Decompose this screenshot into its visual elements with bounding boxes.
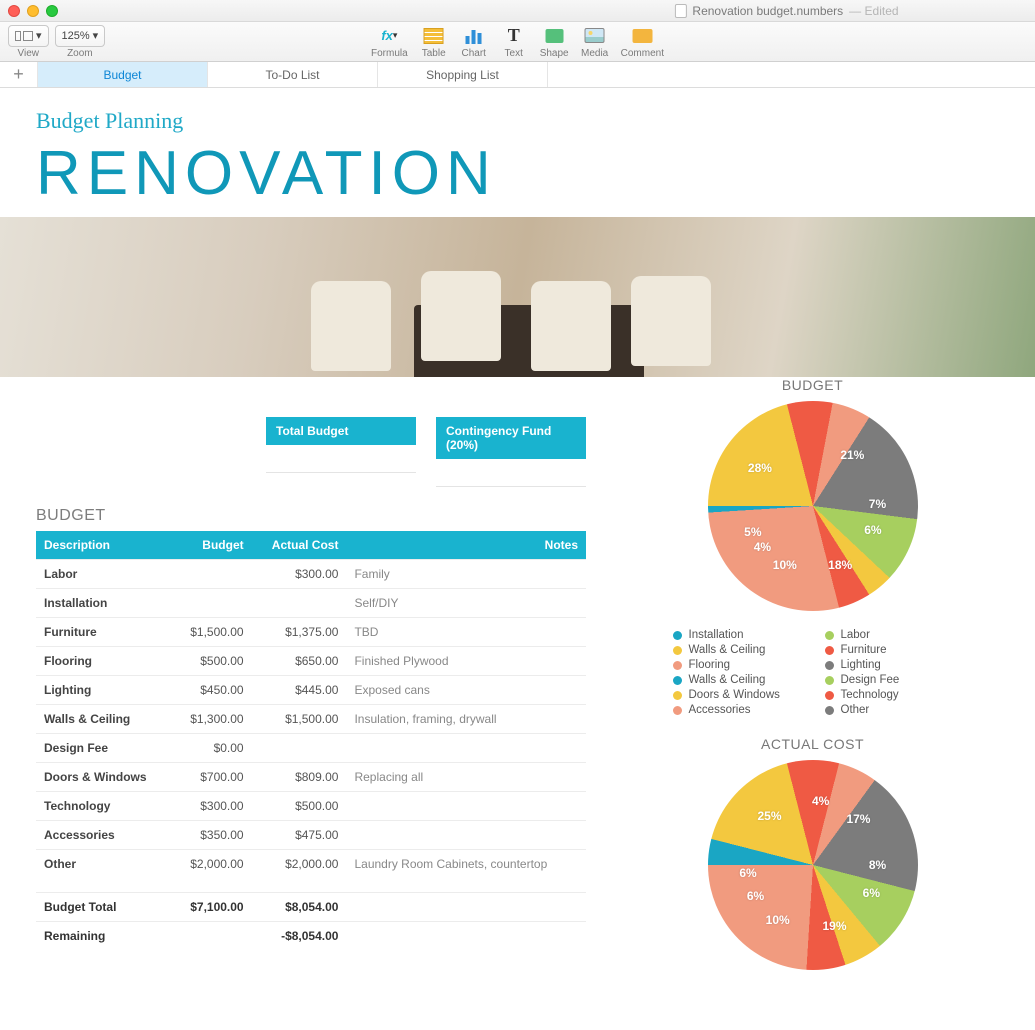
legend-item: Flooring — [673, 659, 801, 671]
pie-chart[interactable]: BUDGET 21% 7% 6% 18% 10%4%5% 28% Installation La… — [626, 377, 999, 716]
legend-item: Doors & Windows — [673, 689, 801, 701]
table-row[interactable]: Other$2,000.00$2,000.00Laundry Room Cabi… — [36, 850, 586, 879]
formula-button[interactable]: fx▾ — [375, 25, 403, 47]
table-row[interactable]: Accessories$350.00$475.00 — [36, 821, 586, 850]
pie-slice-label: 18% — [828, 558, 852, 572]
table-button[interactable] — [420, 25, 448, 47]
chart-label: Chart — [461, 48, 485, 59]
summary-cards: Total Budget Contingency Fund (20%) — [266, 417, 586, 487]
table-label: Table — [422, 48, 446, 59]
document-edited-label: — Edited — [849, 4, 898, 18]
table-row[interactable]: Walls & Ceiling$1,300.00$1,500.00Insulat… — [36, 705, 586, 734]
pie-slice-label: 21% — [840, 448, 864, 462]
legend-item: Accessories — [673, 704, 801, 716]
summary-card[interactable]: Total Budget — [266, 417, 416, 487]
card-value — [436, 459, 586, 487]
page-subtitle: Budget Planning — [36, 108, 999, 134]
pie-chart[interactable]: ACTUAL COST4%17%8%6%19%10%6%6%25% — [626, 736, 999, 970]
document-filename: Renovation budget.numbers — [692, 4, 843, 18]
sheet-canvas[interactable]: Budget Planning RENOVATION Total Budget C… — [0, 88, 1035, 1030]
table-row[interactable]: Doors & Windows$700.00$809.00Replacing a… — [36, 763, 586, 792]
tab-shopping-list[interactable]: Shopping List — [378, 62, 548, 87]
view-button[interactable]: ▾ — [8, 25, 49, 47]
pie-slice-label: 5% — [744, 525, 761, 539]
pie-slice-label: 8% — [869, 858, 886, 872]
add-sheet-button[interactable]: + — [0, 62, 38, 87]
text-button[interactable]: T — [500, 25, 528, 47]
zoom-window-icon[interactable] — [46, 5, 58, 17]
table-row[interactable]: Labor$300.00Family — [36, 560, 586, 589]
table-row[interactable]: Lighting$450.00$445.00Exposed cans — [36, 676, 586, 705]
tab-to-do-list[interactable]: To-Do List — [208, 62, 378, 87]
view-label: View — [18, 48, 40, 59]
table-row[interactable]: Flooring$500.00$650.00Finished Plywood — [36, 647, 586, 676]
table-total-row: Budget Total$7,100.00$8,054.00 — [36, 893, 586, 922]
chart-title: ACTUAL COST — [761, 736, 864, 752]
document-title: Renovation budget.numbers — Edited — [674, 4, 898, 18]
column-header: Budget — [172, 531, 252, 560]
pie-slice-label: 6% — [739, 866, 756, 880]
pie-slice-label: 6% — [863, 886, 880, 900]
zoom-select[interactable]: 125%▾ — [55, 25, 106, 47]
budget-section-title: BUDGET — [36, 507, 586, 525]
column-header: Actual Cost — [252, 531, 347, 560]
table-total-row: Remaining-$8,054.00 — [36, 922, 586, 951]
card-header: Contingency Fund (20%) — [436, 417, 586, 459]
comment-label: Comment — [621, 48, 664, 59]
pie-slice-label: 19% — [823, 919, 847, 933]
legend-item: Labor — [825, 629, 953, 641]
hero-image — [0, 217, 1035, 377]
summary-card[interactable]: Contingency Fund (20%) — [436, 417, 586, 487]
pie-slice-label: 10% — [773, 558, 797, 572]
pie-slice-label: 10% — [766, 913, 790, 927]
budget-table[interactable]: DescriptionBudgetActual CostNotes Labor$… — [36, 531, 586, 950]
pie-slice-label: 4% — [754, 540, 771, 554]
comment-button[interactable] — [628, 25, 656, 47]
tab-budget[interactable]: Budget — [38, 62, 208, 87]
shape-label: Shape — [540, 48, 569, 59]
legend-item: Walls & Ceiling — [673, 644, 801, 656]
table-row[interactable]: InstallationSelf/DIY — [36, 589, 586, 618]
chart-button[interactable] — [460, 25, 488, 47]
media-label: Media — [581, 48, 608, 59]
legend-item: Lighting — [825, 659, 953, 671]
pie-slice-label: 6% — [864, 523, 881, 537]
legend-item: Furniture — [825, 644, 953, 656]
document-icon — [674, 4, 686, 18]
shape-button[interactable] — [540, 25, 568, 47]
legend-item: Walls & Ceiling — [673, 674, 801, 686]
pie-slice-label: 28% — [748, 461, 772, 475]
table-row[interactable]: Design Fee$0.00 — [36, 734, 586, 763]
pie-slice-label: 7% — [869, 497, 886, 511]
zoom-label: Zoom — [67, 48, 93, 59]
page-title: RENOVATION — [36, 138, 999, 209]
minimize-window-icon[interactable] — [27, 5, 39, 17]
card-value — [266, 445, 416, 473]
legend-item: Installation — [673, 629, 801, 641]
column-header: Description — [36, 531, 172, 560]
table-row[interactable]: Furniture$1,500.00$1,375.00TBD — [36, 618, 586, 647]
column-header: Notes — [346, 531, 586, 560]
sheet-tabs: + BudgetTo-Do ListShopping List — [0, 62, 1035, 88]
window-titlebar: Renovation budget.numbers — Edited — [0, 0, 1035, 22]
chart-legend: Installation Labor Walls & Ceiling Furnitur… — [673, 629, 953, 716]
pie-slice-label: 25% — [757, 809, 781, 823]
card-header: Total Budget — [266, 417, 416, 445]
table-row[interactable]: Technology$300.00$500.00 — [36, 792, 586, 821]
legend-item: Design Fee — [825, 674, 953, 686]
close-window-icon[interactable] — [8, 5, 20, 17]
pie-slice-label: 17% — [846, 812, 870, 826]
legend-item: Other — [825, 704, 953, 716]
toolbar: ▾ View 125%▾ Zoom fx▾Formula Table Chart TT… — [0, 22, 1035, 62]
formula-label: Formula — [371, 48, 408, 59]
legend-item: Technology — [825, 689, 953, 701]
text-label: Text — [505, 48, 523, 59]
chart-title: BUDGET — [782, 377, 843, 393]
media-button[interactable] — [581, 25, 609, 47]
pie-slice-label: 6% — [747, 889, 764, 903]
pie-slice-label: 4% — [812, 794, 829, 808]
